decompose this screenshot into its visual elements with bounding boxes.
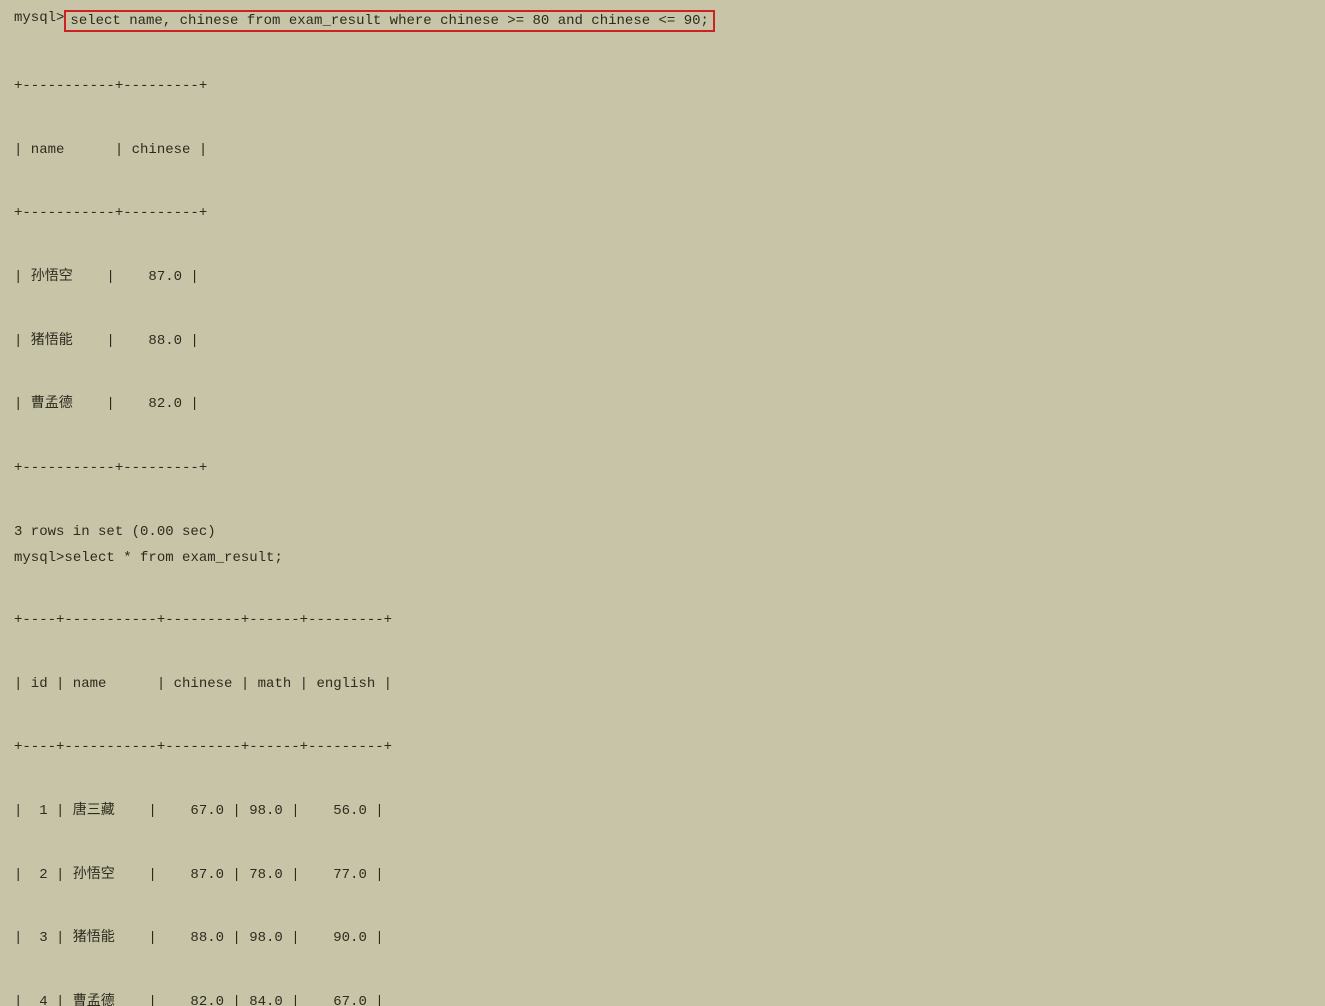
query2-line: mysql> select * from exam_result;: [14, 550, 1311, 566]
table1-header: | name | chinese |: [14, 140, 1311, 162]
table1-row-2: | 曹孟德 | 82.0 |: [14, 394, 1311, 416]
terminal-window: mysql> select name, chinese from exam_re…: [14, 10, 1311, 1006]
query2-sql: select * from exam_result;: [64, 550, 282, 566]
prompt1: mysql>: [14, 10, 64, 26]
table2-row-0: | 1 | 唐三藏 | 67.0 | 98.0 | 56.0 |: [14, 801, 1311, 823]
result1: 3 rows in set (0.00 sec): [14, 524, 1311, 540]
table1-sep-mid: +-----------+---------+: [14, 203, 1311, 225]
table2-sep-top: +----+-----------+---------+------+-----…: [14, 610, 1311, 632]
query1-line: mysql> select name, chinese from exam_re…: [14, 10, 1311, 32]
table1-row-1: | 猪悟能 | 88.0 |: [14, 331, 1311, 353]
table2-header: | id | name | chinese | math | english |: [14, 674, 1311, 696]
table2-sep-mid: +----+-----------+---------+------+-----…: [14, 737, 1311, 759]
table2-row-2: | 3 | 猪悟能 | 88.0 | 98.0 | 90.0 |: [14, 928, 1311, 950]
table1-row-0: | 孙悟空 | 87.0 |: [14, 267, 1311, 289]
prompt2: mysql>: [14, 550, 64, 566]
table2-output: +----+-----------+---------+------+-----…: [14, 568, 1311, 1006]
query1-sql: select name, chinese from exam_result wh…: [64, 10, 715, 32]
table1-sep-top: +-----------+---------+: [14, 76, 1311, 98]
table1-sep-bot: +-----------+---------+: [14, 458, 1311, 480]
table2-row-1: | 2 | 孙悟空 | 87.0 | 78.0 | 77.0 |: [14, 865, 1311, 887]
table2-row-3: | 4 | 曹孟德 | 82.0 | 84.0 | 67.0 |: [14, 992, 1311, 1006]
table1-output: +-----------+---------+ | name | chinese…: [14, 34, 1311, 522]
